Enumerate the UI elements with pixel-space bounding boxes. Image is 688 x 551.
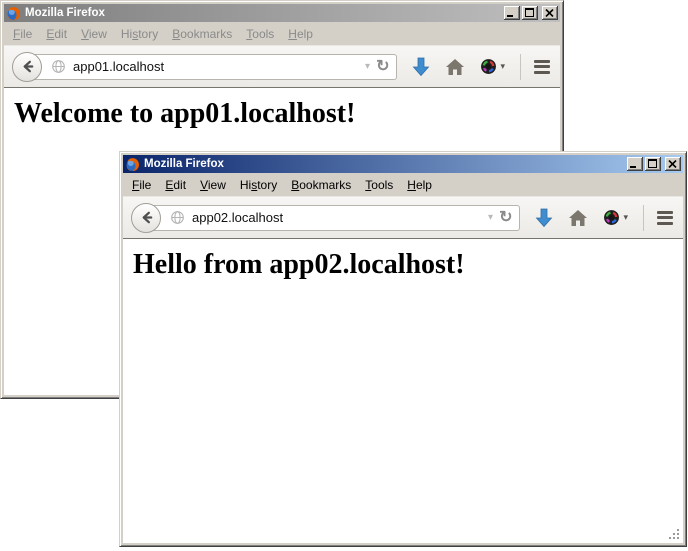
home-button[interactable] xyxy=(445,58,465,76)
menu-item-view[interactable]: View xyxy=(74,25,114,43)
menu-item-history[interactable]: History xyxy=(233,176,284,194)
page-content: Hello from app02.localhost! xyxy=(123,239,683,543)
close-button[interactable] xyxy=(665,157,681,171)
menu-item-bookmarks[interactable]: Bookmarks xyxy=(165,25,239,43)
url-bar[interactable]: app02.localhost ▾ ↻ xyxy=(145,205,520,231)
menu-item-help[interactable]: Help xyxy=(281,25,320,43)
firefox-icon[interactable] xyxy=(6,6,21,21)
urlbar-dropdown-caret-icon[interactable]: ▾ xyxy=(361,61,374,72)
globe-icon[interactable] xyxy=(51,59,66,74)
minimize-button[interactable] xyxy=(504,6,520,20)
reload-button[interactable]: ↻ xyxy=(374,59,396,75)
menu-item-view[interactable]: View xyxy=(193,176,233,194)
menu-item-tools[interactable]: Tools xyxy=(358,176,400,194)
titlebar[interactable]: Mozilla Firefox xyxy=(4,4,560,22)
addon-dropdown-caret-icon: ▾ xyxy=(623,212,628,223)
minimize-icon xyxy=(507,15,513,17)
minimize-icon xyxy=(630,166,636,168)
color-wheel-icon xyxy=(603,209,620,226)
download-button[interactable] xyxy=(412,57,430,77)
window-title: Mozilla Firefox xyxy=(143,155,624,173)
hamburger-icon xyxy=(657,211,673,214)
url-bar[interactable]: app01.localhost ▾ ↻ xyxy=(26,54,397,80)
back-arrow-icon xyxy=(139,210,154,225)
navigation-toolbar: app01.localhost ▾ ↻ ▾ xyxy=(4,45,560,88)
addon-button[interactable]: ▾ xyxy=(480,58,505,75)
menu-bar: FileEditViewHistoryBookmarksToolsHelp xyxy=(4,22,560,45)
page-heading: Welcome to app01.localhost! xyxy=(4,88,560,130)
menu-button[interactable] xyxy=(534,60,550,74)
maximize-icon xyxy=(525,8,534,17)
back-button[interactable] xyxy=(131,203,161,233)
navigation-toolbar: app02.localhost ▾ ↻ ▾ xyxy=(123,196,683,239)
firefox-icon[interactable] xyxy=(125,157,140,172)
menu-item-edit[interactable]: Edit xyxy=(39,25,74,43)
download-icon xyxy=(535,208,553,228)
hamburger-icon xyxy=(534,60,550,63)
back-arrow-icon xyxy=(20,59,35,74)
menu-button[interactable] xyxy=(657,211,673,225)
page-heading: Hello from app02.localhost! xyxy=(123,239,683,281)
menu-bar: FileEditViewHistoryBookmarksToolsHelp xyxy=(123,173,683,196)
download-icon xyxy=(412,57,430,77)
addon-button[interactable]: ▾ xyxy=(603,209,628,226)
menu-item-tools[interactable]: Tools xyxy=(239,25,281,43)
menu-item-edit[interactable]: Edit xyxy=(158,176,193,194)
close-button[interactable] xyxy=(542,6,558,20)
maximize-button[interactable] xyxy=(645,157,661,171)
window-title: Mozilla Firefox xyxy=(24,4,501,22)
toolbar-separator xyxy=(520,54,521,80)
urlbar-dropdown-caret-icon[interactable]: ▾ xyxy=(484,212,497,223)
color-wheel-icon xyxy=(480,58,497,75)
reload-button[interactable]: ↻ xyxy=(497,210,519,226)
home-button[interactable] xyxy=(568,209,588,227)
close-icon xyxy=(545,9,554,17)
minimize-button[interactable] xyxy=(627,157,643,171)
menu-item-bookmarks[interactable]: Bookmarks xyxy=(284,176,358,194)
menu-item-history[interactable]: History xyxy=(114,25,165,43)
home-icon xyxy=(445,58,465,76)
close-icon xyxy=(668,160,677,168)
resize-grip[interactable] xyxy=(668,528,682,542)
menu-item-file[interactable]: File xyxy=(125,176,158,194)
back-button[interactable] xyxy=(12,52,42,82)
maximize-button[interactable] xyxy=(522,6,538,20)
globe-icon[interactable] xyxy=(170,210,185,225)
home-icon xyxy=(568,209,588,227)
download-button[interactable] xyxy=(535,208,553,228)
url-text: app01.localhost xyxy=(66,59,361,74)
menu-item-file[interactable]: File xyxy=(6,25,39,43)
toolbar-separator xyxy=(643,205,644,231)
maximize-icon xyxy=(648,159,657,168)
url-text: app02.localhost xyxy=(185,210,484,225)
addon-dropdown-caret-icon: ▾ xyxy=(500,61,505,72)
menu-item-help[interactable]: Help xyxy=(400,176,439,194)
browser-window-2: Mozilla Firefox FileEditViewHistoryBookm… xyxy=(119,151,687,547)
titlebar[interactable]: Mozilla Firefox xyxy=(123,155,683,173)
